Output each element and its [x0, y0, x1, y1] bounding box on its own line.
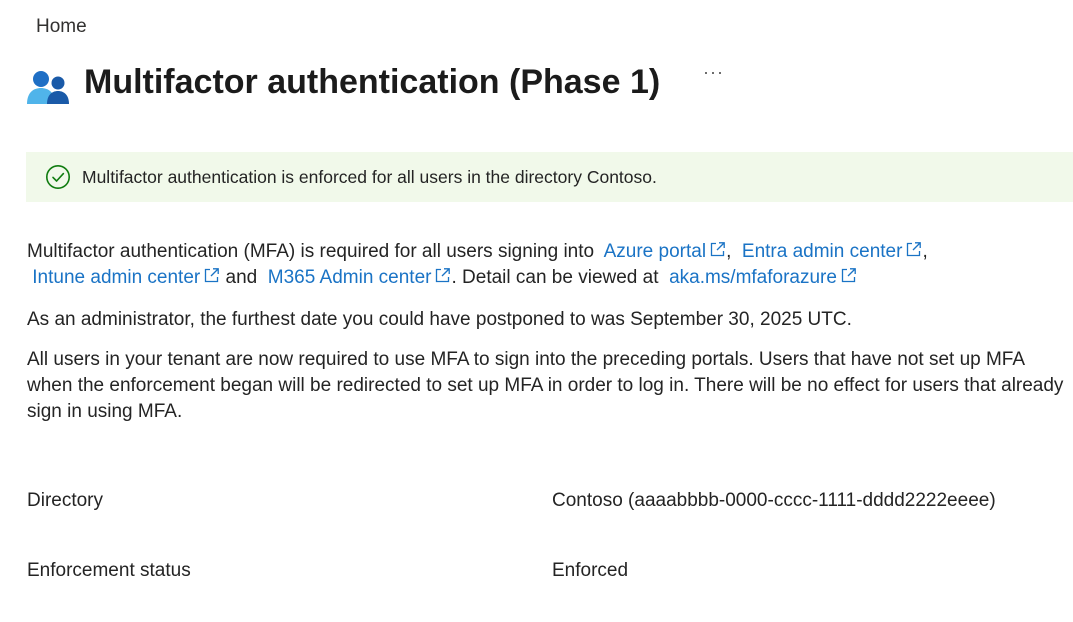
m365-admin-center-link[interactable]: M365 Admin center: [268, 267, 452, 288]
banner-message: Multifactor authentication is enforced f…: [82, 166, 657, 187]
entra-admin-center-link[interactable]: Entra admin center: [742, 241, 923, 262]
page-header: Multifactor authentication (Phase 1): [26, 56, 660, 108]
external-link-icon: [709, 241, 726, 258]
breadcrumb-home[interactable]: Home: [36, 16, 87, 38]
requirement-paragraph: All users in your tenant are now require…: [27, 349, 1064, 422]
mfa-intro-paragraph: Multifactor authentication (MFA) is requ…: [27, 241, 928, 288]
external-link-icon: [840, 267, 857, 284]
success-banner: Multifactor authentication is enforced f…: [26, 152, 1073, 202]
success-check-icon: [45, 164, 71, 190]
aka-ms-mfaforazure-link[interactable]: aka.ms/mfaforazure: [669, 267, 857, 288]
page-title: Multifactor authentication (Phase 1): [84, 62, 661, 101]
directory-label: Directory: [27, 490, 104, 511]
external-link-icon: [434, 267, 451, 284]
users-icon: [26, 64, 70, 108]
intro-prefix: Multifactor authentication (MFA) is requ…: [27, 241, 595, 262]
enforcement-status-value: Enforced: [552, 560, 629, 581]
intune-admin-center-link[interactable]: Intune admin center: [32, 267, 220, 288]
enforcement-status-label: Enforcement status: [27, 560, 191, 581]
azure-portal-link[interactable]: Azure portal: [604, 241, 726, 262]
directory-value: Contoso (aaaabbbb-0000-cccc-1111-dddd222…: [552, 490, 996, 511]
external-link-icon: [905, 241, 922, 258]
more-options-button[interactable]: ···: [703, 62, 724, 83]
external-link-icon: [203, 267, 220, 284]
postpone-paragraph: As an administrator, the furthest date y…: [27, 309, 852, 330]
page: Home Multifactor authentication (Phase 1…: [0, 0, 1073, 622]
